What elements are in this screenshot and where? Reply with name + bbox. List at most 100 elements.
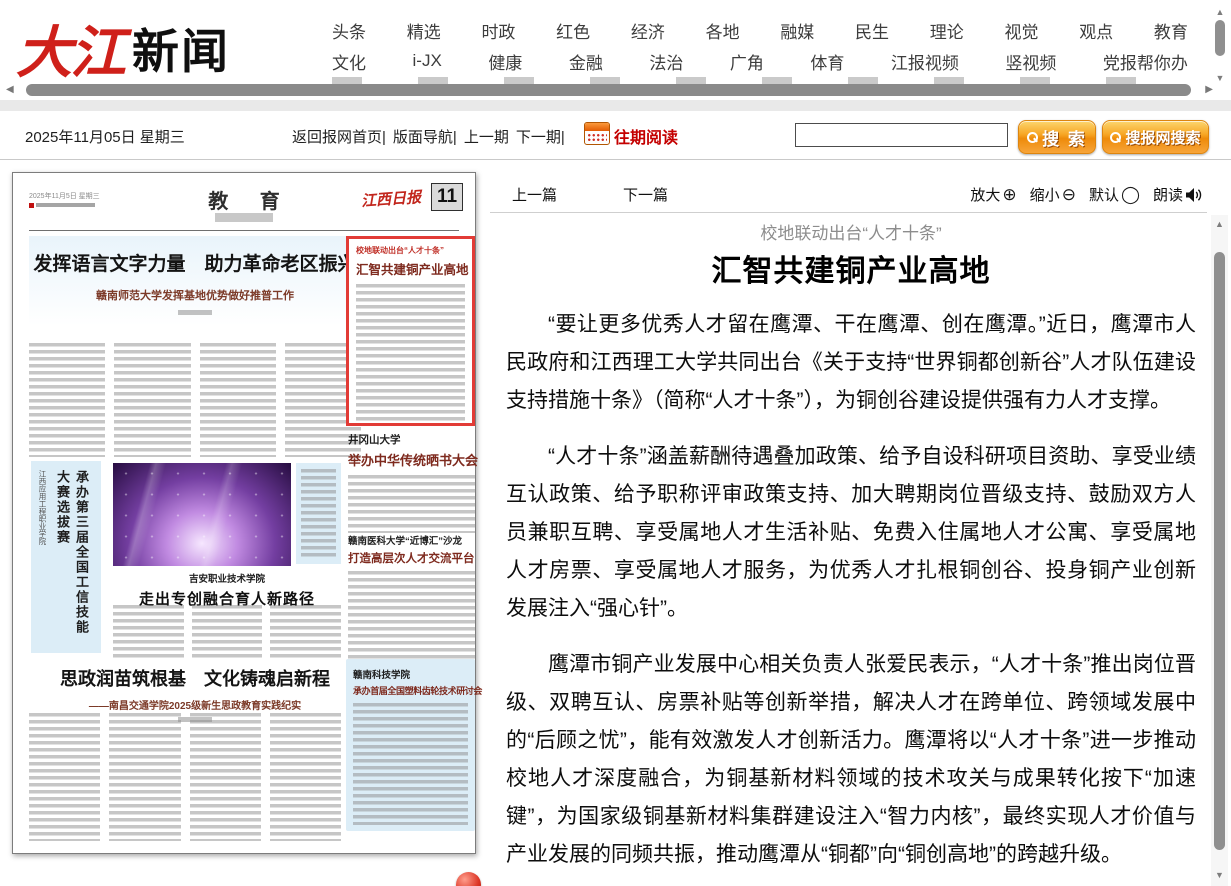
search-button-label: 搜 索 [1042,125,1087,150]
paper-nav-link[interactable]: 下一期| [516,126,565,147]
next-article-link[interactable]: 下一篇 [623,184,668,205]
nav-item[interactable]: 法治 [649,49,683,74]
search-input[interactable] [795,123,1008,147]
thumb-masthead-rule [29,230,459,231]
thumb-stage-photo[interactable] [113,463,291,566]
simulated-text [353,703,468,825]
archive-link[interactable]: 往期阅读 [614,124,678,148]
thumb-photo-caption-box [296,463,341,564]
article-paragraph: “要让更多优秀人才留在鹰潭、干在鹰潭、创在鹰潭。”近日，鹰潭市人民政府和江西理工… [506,306,1196,420]
article-toolbar: 上一篇 下一篇 放大 ⊕ 缩小 ⊖ 默认 ◯ 朗读 [490,177,1207,213]
article-scrollbar-thumb[interactable] [1214,252,1225,850]
nav-item[interactable]: 教育 [1154,18,1188,43]
nav-item[interactable]: 江报视频 [891,49,959,74]
nav-item[interactable]: i-JX [413,51,442,71]
thumb-article-jinggangshan[interactable]: 井冈山大学 举办中华传统晒书大会 [348,432,475,533]
thumb-lead-article[interactable]: 发挥语言文字力量 助力革命老区振兴 赣南师范大学发挥基地优势做好推普工作 [29,236,361,338]
horizontal-scrollbar[interactable]: ◀ ▶ [6,83,1225,98]
thumb-highlighted-article[interactable]: 校地联动出台“人才十条” 汇智共建铜产业高地 [346,236,475,426]
nav-item[interactable]: 经济 [631,18,665,43]
nav-item[interactable]: 竖视频 [1005,49,1056,74]
paper-nav-link[interactable]: 返回报网首页| [292,126,386,147]
thumb-article-skills-contest[interactable]: 江西应用工程职业学院 承办第三届全国工信技能大赛选拔赛 [31,461,101,653]
nav-item[interactable]: 各地 [706,18,740,43]
simulated-text [301,469,336,558]
scroll-down-icon[interactable]: ▼ [1212,73,1228,83]
thumb-section-ornament [215,213,273,222]
main-nav: 头条 精选 时政 红色 经济 各地 融媒 民生 理论 视觉 观点 教育 文化 i-JX 健康 金融 法治 广角 体… [332,16,1188,75]
calendar-icon[interactable] [584,122,610,145]
speaker-icon [1185,187,1203,203]
floating-red-button[interactable] [456,872,481,886]
zoom-out-button[interactable]: 缩小 ⊖ [1030,184,1076,205]
horizontal-scrollbar-thumb[interactable] [26,84,1191,96]
current-date: 2025年11月05日 星期三 [25,126,185,147]
nav-item[interactable]: 体育 [810,49,844,74]
scroll-up-icon[interactable]: ▲ [1212,7,1228,17]
thumb-lead-byline [178,310,212,315]
nav-item[interactable]: 金融 [569,49,603,74]
scroll-up-icon[interactable]: ▲ [1211,219,1228,229]
nav-scrollbar[interactable]: ▲ ▼ [1212,7,1228,83]
nav-item[interactable]: 时政 [481,18,515,43]
nav-item[interactable]: 融媒 [780,18,814,43]
paper-nav-link[interactable]: 版面导航| [393,126,457,147]
article-scrollbar[interactable]: ▲ ▼ [1211,215,1228,886]
nav-row-1: 头条 精选 时政 红色 经济 各地 融媒 民生 理论 视觉 观点 教育 [332,16,1188,44]
read-aloud-label: 朗读 [1153,184,1183,205]
thumb-article-subtitle: ——南昌交通学院2025级新生思政教育实践纪实 [29,697,361,712]
thumb-article-org: 吉安职业技术学院 [113,571,341,585]
nav-item[interactable]: 理论 [930,18,964,43]
article-kicker: 校地联动出台“人才十条” [505,219,1197,244]
site-search-button[interactable]: 搜报网搜索 [1102,120,1209,154]
nav-item[interactable]: 精选 [407,18,441,43]
simulated-text [356,284,465,422]
thumb-text-columns [113,605,341,661]
default-size-button[interactable]: 默认 ◯ [1089,184,1140,205]
nav-item[interactable]: 头条 [332,18,366,43]
paper-nav-links: 返回报网首页| 版面导航| 上一期下一期| [292,126,565,147]
thumb-article-title: 承办第三届全国工信技能大赛选拔赛 [53,470,91,644]
thumb-highlight-title: 汇智共建铜产业高地 [356,259,465,278]
simulated-text [348,571,475,659]
thumb-article-title: 举办中华传统晒书大会 [348,450,475,469]
nav-scrollbar-thumb[interactable] [1215,20,1225,56]
search-icon [1027,132,1038,143]
thumb-paper-name: 江西日报 [360,186,421,211]
logo-text-red: 大江 [16,8,124,89]
thumb-article-title: 思政润苗筑根基 文化铸魂启新程 [29,665,361,691]
scroll-down-icon[interactable]: ▼ [1211,870,1228,880]
zoom-in-button[interactable]: 放大 ⊕ [970,184,1016,205]
paper-nav-link[interactable]: 上一期 [464,126,509,147]
thumb-text-columns [29,713,341,841]
nav-item[interactable]: 视觉 [1004,18,1038,43]
thumb-article-gannan-tech[interactable]: 赣南科技学院 承办首届全国塑料齿轮技术研讨会 [346,659,475,831]
nav-item[interactable]: 观点 [1079,18,1113,43]
site-search-button-label: 搜报网搜索 [1125,127,1200,148]
scroll-left-icon[interactable]: ◀ [6,84,14,95]
thumb-article-org: 井冈山大学 [348,432,475,447]
zoom-out-label: 缩小 [1030,184,1060,205]
zoom-in-icon: ⊕ [1002,186,1016,203]
nav-item[interactable]: 红色 [556,18,590,43]
newspaper-page-thumbnail[interactable]: 2025年11月5日 星期三 教 育 江西日报 11 发挥语言文字力量 助力革命… [12,172,476,854]
site-logo[interactable]: 大江 新闻 [16,4,230,76]
thumb-highlight-kicker: 校地联动出台“人才十条” [356,245,465,256]
page: 大江 新闻 头条 精选 时政 红色 经济 各地 融媒 民生 理论 视觉 观点 教育 文化 i-JX 健康 金… [0,0,1231,886]
read-aloud-button[interactable]: 朗读 [1153,184,1203,205]
thumb-article-title: 承办首届全国塑料齿轮技术研讨会 [353,684,468,697]
thumb-article-gannan-medical[interactable]: 赣南医科大学“近博汇”沙龙 打造高层次人才交流平台 [348,533,475,659]
nav-item[interactable]: 文化 [332,49,366,74]
divider-strip [0,100,1231,111]
thumb-lead-text-columns [29,343,361,457]
nav-item[interactable]: 党报帮你办 [1103,49,1188,74]
nav-row-2: 文化 i-JX 健康 金融 法治 广角 体育 江报视频 竖视频 党报帮你办 [332,47,1188,75]
nav-item[interactable]: 广角 [730,49,764,74]
nav-item[interactable]: 民生 [855,18,889,43]
thumb-lead-subtitle: 赣南师范大学发挥基地优势做好推普工作 [29,287,361,303]
thumb-article-jian[interactable]: 吉安职业技术学院 走出专创融合育人新路径 [113,571,341,609]
scroll-right-icon[interactable]: ▶ [1205,84,1213,95]
search-button[interactable]: 搜 索 [1018,120,1096,154]
previous-article-link[interactable]: 上一篇 [512,184,557,205]
nav-item[interactable]: 健康 [488,49,522,74]
